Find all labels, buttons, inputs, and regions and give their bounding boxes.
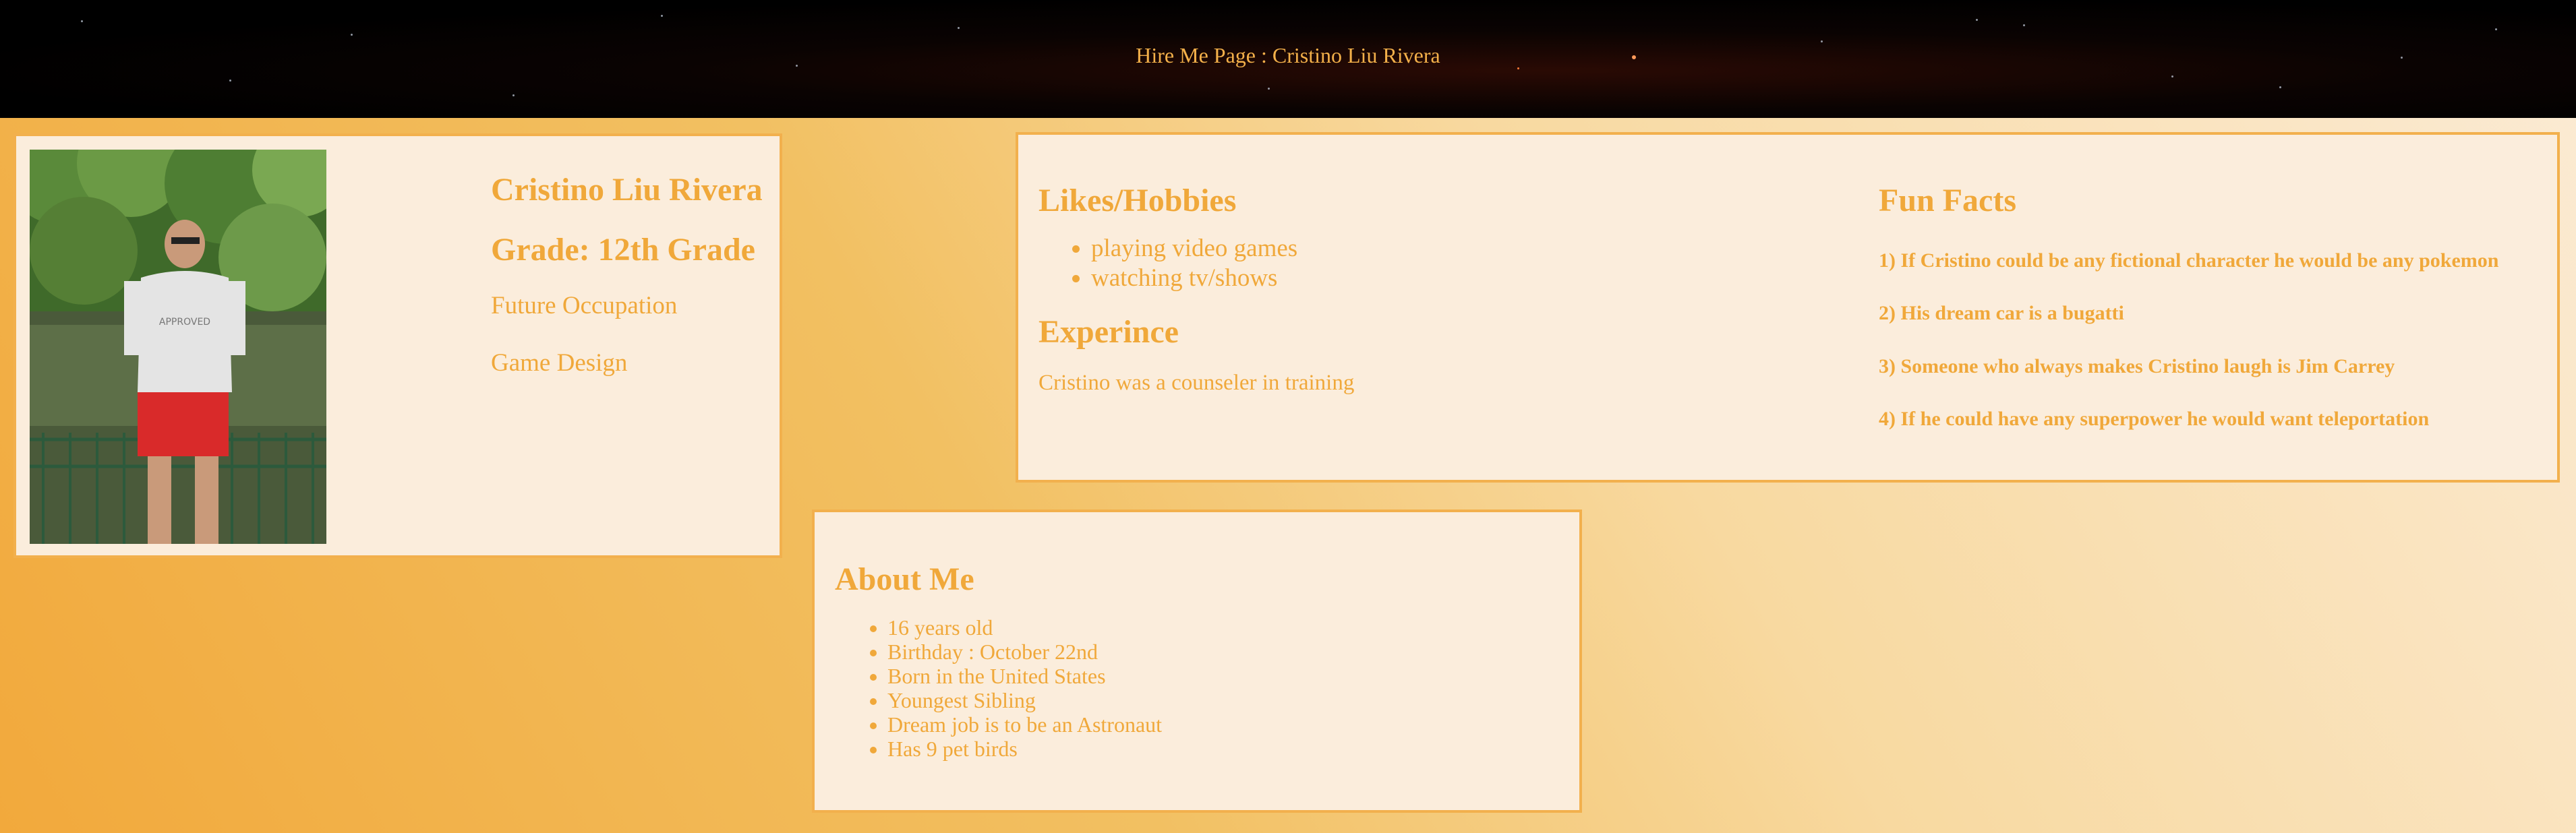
profile-name: Cristino Liu Rivera — [491, 172, 763, 208]
star-decoration — [2171, 75, 2173, 78]
star-decoration — [1268, 88, 1270, 90]
likes-list: playing video games watching tv/shows — [1038, 234, 1780, 293]
profile-grade: Grade: 12th Grade — [491, 232, 755, 268]
star-decoration — [351, 34, 353, 36]
about-list: 16 years old Birthday : October 22nd Bor… — [835, 615, 1162, 761]
fun-fact-item: 3) Someone who always makes Cristino lau… — [1879, 355, 2395, 377]
occupation-label: Future Occupation — [491, 292, 678, 319]
fun-fact-item: 4) If he could have any superpower he wo… — [1879, 408, 2430, 430]
list-item: Born in the United States — [887, 664, 1162, 688]
star-decoration — [958, 27, 960, 29]
star-decoration — [229, 80, 231, 82]
profile-card: APPROVED Cristino Liu Rivera Grade: 12th… — [13, 133, 782, 558]
fun-facts-heading: Fun Facts — [1879, 183, 2016, 218]
fun-fact-item: 1) If Cristino could be any fictional ch… — [1879, 249, 2499, 272]
list-item: Birthday : October 22nd — [887, 640, 1162, 664]
star-decoration — [81, 20, 83, 22]
about-card: About Me 16 years old Birthday : October… — [812, 510, 1582, 813]
list-item: watching tv/shows — [1091, 264, 1780, 293]
occupation-value: Game Design — [491, 349, 628, 377]
page-title: Hire Me Page : Cristino Liu Rivera — [1136, 43, 1440, 67]
experience-text: Cristino was a counseler in training — [1038, 371, 1355, 395]
star-decoration — [2495, 28, 2497, 30]
svg-text:APPROVED: APPROVED — [159, 317, 210, 328]
experience-heading: Experince — [1038, 314, 1179, 350]
star-decoration — [661, 15, 663, 17]
fun-fact-item: 2) His dream car is a bugatti — [1879, 302, 2124, 324]
star-decoration — [2279, 86, 2281, 88]
star-decoration — [1821, 40, 1823, 42]
star-decoration — [2023, 24, 2025, 26]
likes-heading: Likes/Hobbies — [1038, 183, 1237, 218]
list-item: 16 years old — [887, 615, 1162, 640]
hobbies-card: Likes/Hobbies playing video games watchi… — [1016, 132, 2560, 483]
page-header: Hire Me Page : Cristino Liu Rivera — [0, 0, 2576, 118]
star-decoration — [513, 94, 515, 96]
person-photo-icon: APPROVED — [30, 150, 326, 544]
list-item: playing video games — [1091, 234, 1780, 264]
about-heading: About Me — [835, 561, 974, 597]
list-item: Has 9 pet birds — [887, 737, 1162, 761]
list-item: Youngest Sibling — [887, 688, 1162, 712]
star-decoration — [1976, 19, 1978, 21]
profile-photo: APPROVED — [30, 150, 326, 544]
list-item: Dream job is to be an Astronaut — [887, 712, 1162, 737]
